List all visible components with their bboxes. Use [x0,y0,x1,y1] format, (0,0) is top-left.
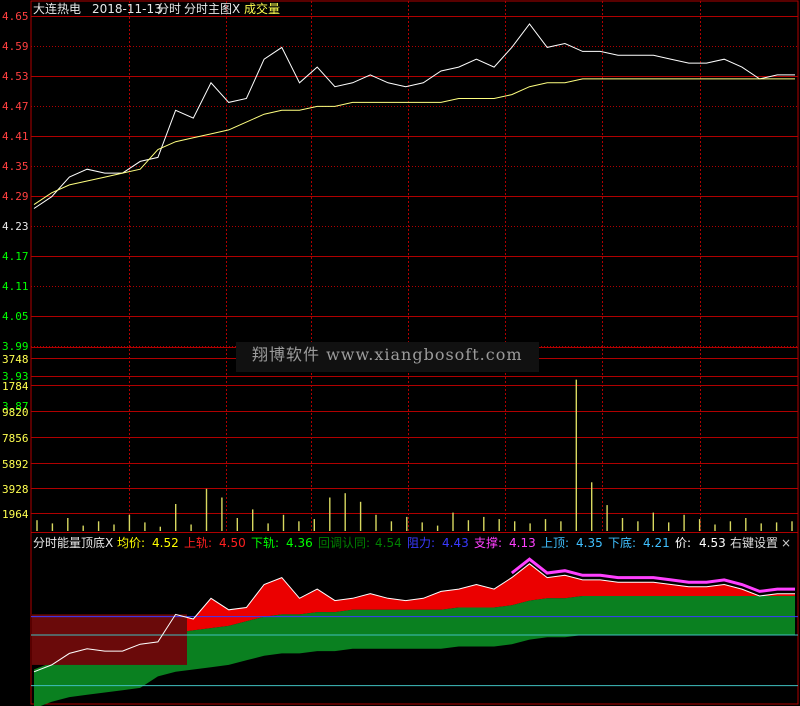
watermark: 翔博软件 www.xiangbosoft.com [236,342,539,372]
price-tick-label: 4.53 [2,70,29,83]
volume-tick-label: 5892 [2,458,29,471]
price-tick-label: 4.11 [2,280,29,293]
price-chart [33,23,795,209]
close-indicator-button[interactable]: × [781,536,791,550]
indicator-name: 分时能量顶底X [33,536,114,550]
legend-label: 下轨: [251,536,280,550]
legend-value: 4.36 [286,536,313,550]
legend-label: 上顶: [541,536,570,550]
price-tick-label: 4.05 [2,310,29,323]
legend-value: 4.13 [509,536,536,550]
legend-value: 4.35 [576,536,603,550]
price-tick-label: 4.59 [2,40,29,53]
right-click-settings-button[interactable]: 右键设置 [730,536,778,550]
volume-tick-label: 3928 [2,483,29,496]
chart-date: 2018-11-13 [92,2,162,16]
price-tick-label: 4.23 [2,220,29,233]
volume-tick-label: 1964 [2,508,29,521]
legend-value: 4.54 [375,536,402,550]
legend-value: 4.21 [643,536,670,550]
price-tick-label: 3.99 [2,340,29,353]
price-tick-label: 4.29 [2,190,29,203]
volume-tick-label: 7856 [2,432,29,445]
legend-label: 回调认同: [318,536,371,550]
price-tick-label: 4.17 [2,250,29,263]
volume-tick-label: 9820 [2,406,29,419]
volume-tick-label: 1784 [2,380,29,393]
price-tick-label: 4.47 [2,100,29,113]
legend-label: 下底: [608,536,637,550]
stock-name: 大连热电 [33,2,82,16]
legend-label: 价: [675,536,692,550]
volume-chart [36,379,793,531]
price-line [33,23,795,209]
volume-tick-label: 3748 [2,353,29,366]
average-price-line [33,78,795,206]
legend-label: 阻力: [407,536,436,550]
legend-label: 均价: [117,536,146,550]
legend-value: 4.50 [219,536,246,550]
volume-indicator-label[interactable]: 成交量 [244,2,280,16]
price-tick-label: 4.35 [2,160,29,173]
legend-value: 4.52 [152,536,179,550]
legend-value: 4.53 [699,536,726,550]
legend-label: 上轨: [184,536,213,550]
price-tick-label: 4.65 [2,10,29,23]
energy-indicator-chart [31,557,798,706]
energy-resistance-band [32,614,187,665]
price-tick-label: 4.41 [2,130,29,143]
main-chart-toggle[interactable]: 分时主图X [184,2,240,16]
legend-label: 支撑: [474,536,503,550]
legend-value: 4.43 [442,536,469,550]
chart-mode: 分时 [157,2,182,16]
